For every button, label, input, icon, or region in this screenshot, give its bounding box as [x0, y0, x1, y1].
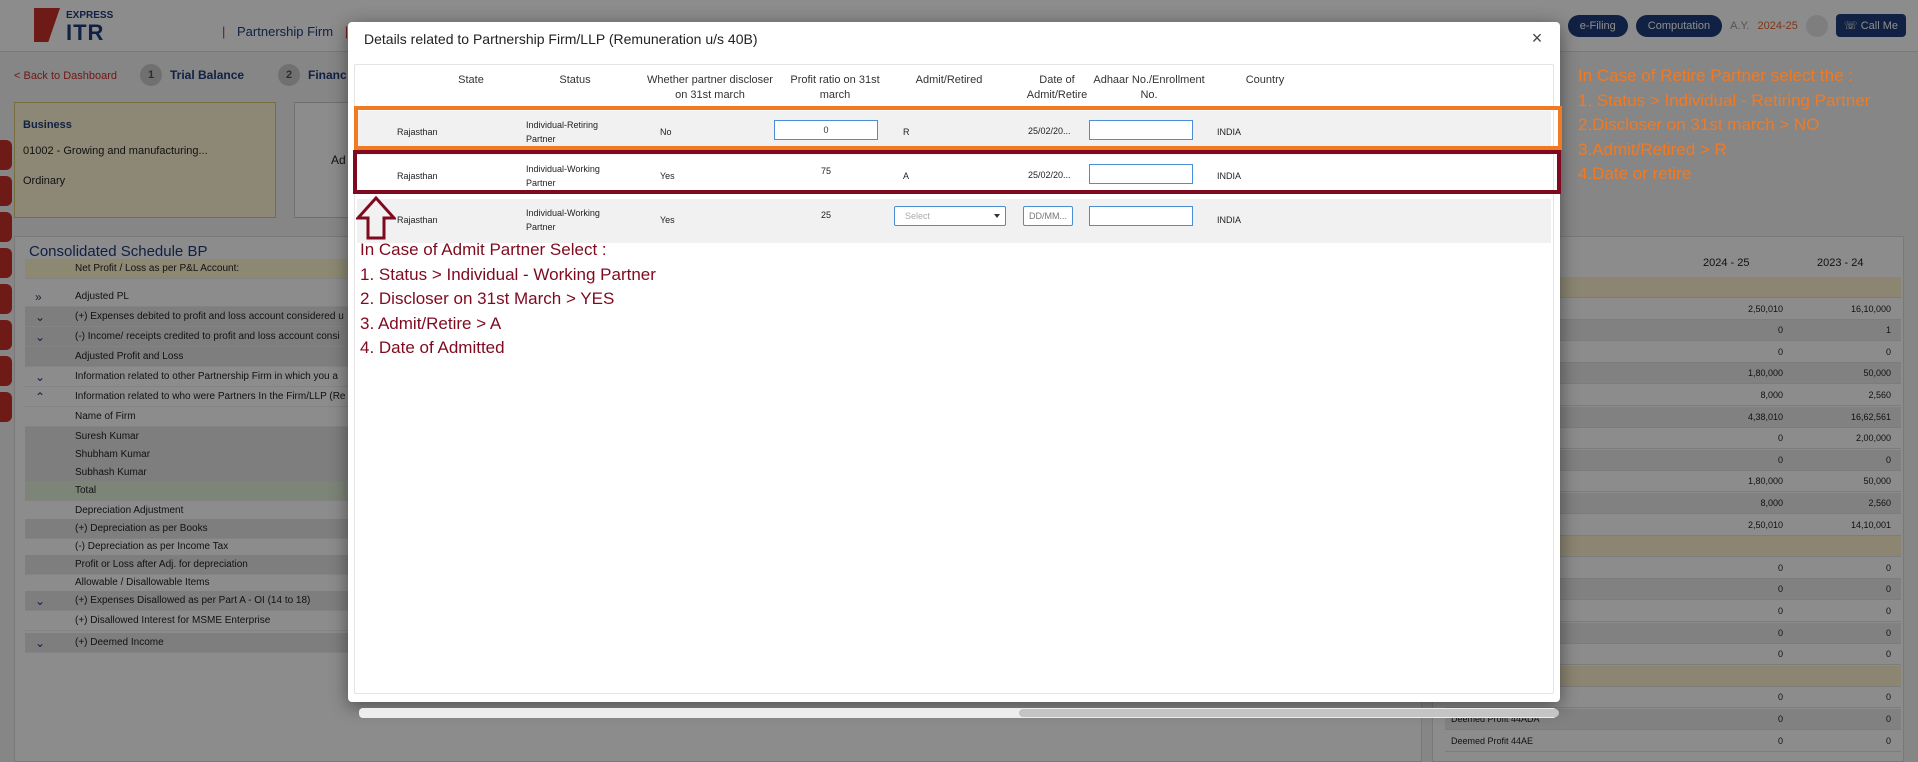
- column-header-aadhaar: Adhaar No./Enrollment No.: [1093, 74, 1205, 101]
- admit-retired-select[interactable]: Select: [894, 206, 1006, 226]
- close-icon[interactable]: ×: [1526, 27, 1548, 49]
- column-header-admit-retired: Admit/Retired: [915, 74, 983, 86]
- admit-instruction-line: 4. Date of Admitted: [360, 338, 505, 357]
- retire-instruction-line: 3.Admit/Retired > R: [1578, 139, 1727, 159]
- column-header-state: State: [458, 74, 484, 86]
- retire-partner-instructions: In Case of Retire Partner select the : 1…: [1578, 64, 1870, 187]
- column-header-profit-ratio: Profit ratio on 31st march: [790, 74, 880, 101]
- modal-title: Details related to Partnership Firm/LLP …: [364, 31, 758, 47]
- retire-instruction-line: 1. Status > Individual - Retiring Partne…: [1578, 90, 1871, 110]
- status-cell: Individual-Working Partner: [526, 208, 600, 232]
- retire-instruction-line: 2.Discloser on 31st march > NO: [1578, 115, 1820, 134]
- admit-row-highlight: [353, 150, 1561, 194]
- admit-instruction-line: 2. Discloser on 31st March > YES: [360, 289, 615, 308]
- up-arrow-icon: [356, 196, 396, 240]
- country-cell: INDIA: [1217, 215, 1242, 225]
- column-header-status: Status: [559, 74, 591, 86]
- horizontal-scrollbar[interactable]: [359, 708, 1559, 718]
- profit-ratio-cell: 25: [821, 210, 832, 220]
- admit-instructions-title: In Case of Admit Partner Select :: [360, 240, 607, 259]
- state-cell: Rajasthan: [397, 215, 438, 225]
- date-input[interactable]: DD/MM...: [1023, 206, 1073, 226]
- discloser-cell: Yes: [660, 215, 675, 225]
- retire-instructions-title: In Case of Retire Partner select the :: [1578, 66, 1853, 85]
- admit-partner-instructions: In Case of Admit Partner Select : 1. Sta…: [360, 238, 656, 361]
- table-row-new: Rajasthan Individual-Working Partner Yes…: [357, 199, 1551, 243]
- admit-retired-placeholder: Select: [905, 211, 931, 221]
- scrollbar-thumb[interactable]: [1019, 709, 1559, 717]
- admit-instruction-line: 1. Status > Individual - Working Partner: [360, 264, 656, 284]
- admit-instruction-line: 3. Admit/Retire > A: [360, 313, 502, 333]
- column-header-country: Country: [1245, 74, 1285, 86]
- retire-row-highlight: [354, 106, 1562, 150]
- chevron-down-icon: [994, 214, 1000, 218]
- column-header-discloser: Whether partner discloser on 31st march: [647, 74, 773, 101]
- retire-instruction-line: 4.Date or retire: [1578, 164, 1692, 183]
- column-header-date: Date of Admit/Retire: [1026, 74, 1088, 101]
- aadhaar-input[interactable]: [1089, 206, 1193, 226]
